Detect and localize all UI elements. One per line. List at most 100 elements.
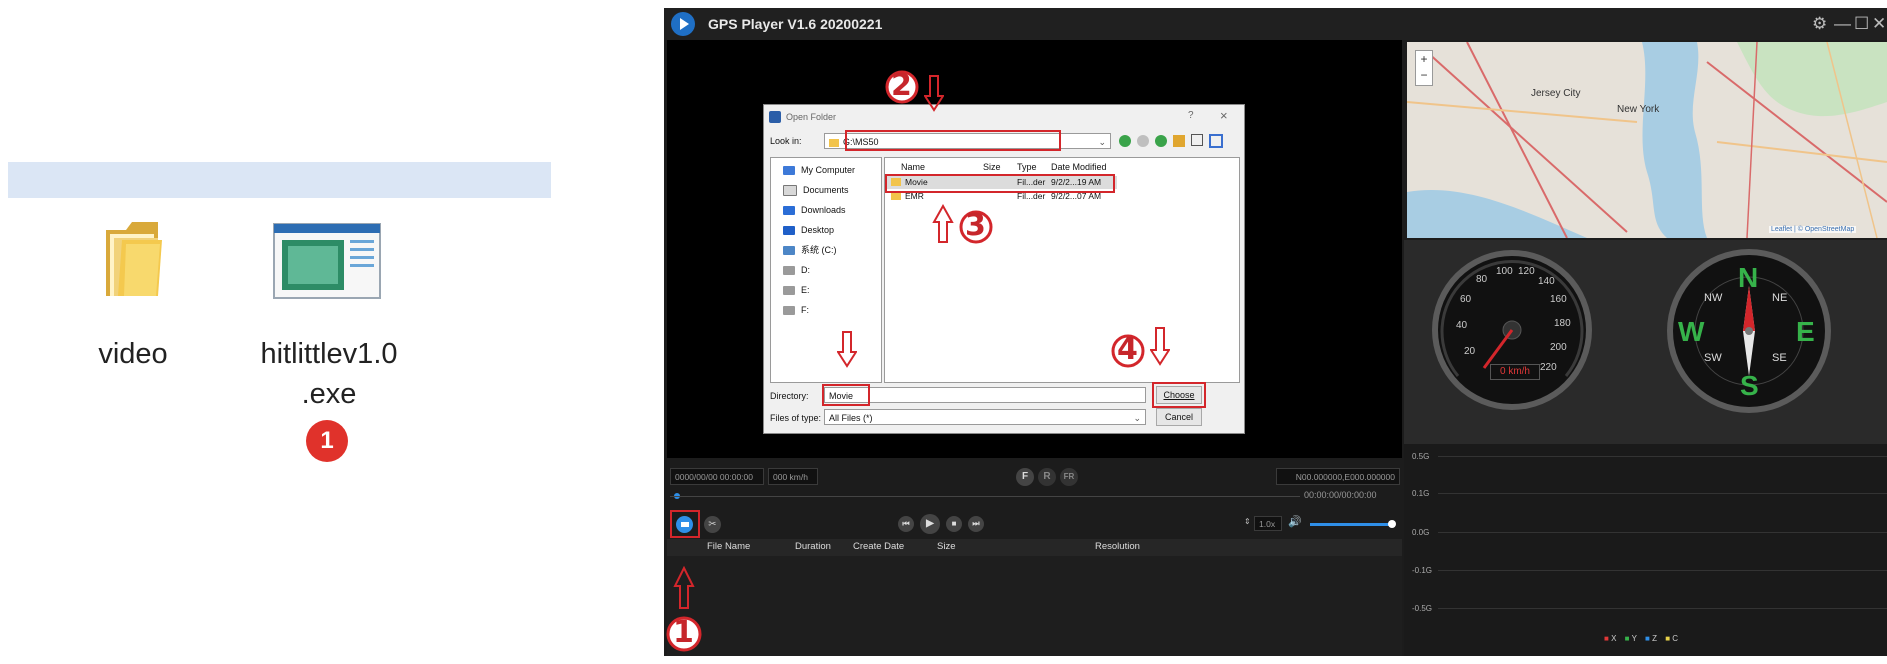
exe-label-line1[interactable]: hitlittlev1.0 (244, 338, 414, 371)
map-label-jersey-city: Jersey City (1531, 88, 1581, 99)
explorer-toolbar-strip (8, 162, 551, 198)
column-header-type[interactable]: Type (1017, 162, 1037, 172)
column-file-name[interactable]: File Name (707, 541, 750, 552)
speed-tick: 100 (1496, 266, 1513, 277)
previous-icon[interactable]: ⏮ (898, 516, 914, 532)
stop-icon[interactable]: ■ (946, 516, 962, 532)
detail-view-icon[interactable] (1209, 134, 1223, 148)
minimize-icon[interactable]: — (1834, 14, 1851, 34)
sidebar-item-downloads[interactable]: Downloads (783, 203, 846, 217)
zoom-in-button[interactable]: + (1416, 51, 1432, 67)
files-of-type-select[interactable]: All Files (*) ⌄ (824, 409, 1146, 425)
cancel-button[interactable]: Cancel (1156, 408, 1202, 426)
speed-tick: 20 (1464, 346, 1476, 357)
column-resolution[interactable]: Resolution (1095, 541, 1140, 552)
column-duration[interactable]: Duration (795, 541, 831, 552)
open-folder-dialog: Open Folder ? × Look in: G:\MS50 ⌄ My Co… (763, 104, 1245, 434)
speed-tick: 60 (1460, 294, 1472, 305)
drive-icon (783, 246, 795, 256)
sidebar-label: D: (801, 265, 810, 275)
column-create-date[interactable]: Create Date (853, 541, 904, 552)
app-logo-icon (671, 12, 695, 36)
speed-tick: 140 (1538, 276, 1555, 287)
video-area[interactable]: Open Folder ? × Look in: G:\MS50 ⌄ My Co… (667, 40, 1402, 458)
back-icon[interactable] (1119, 135, 1131, 147)
play-icon[interactable]: ▶ (920, 514, 940, 534)
sidebar-label: My Computer (801, 165, 856, 175)
dialog-close-icon[interactable]: × (1220, 108, 1228, 123)
arrow-down-icon (1150, 327, 1170, 366)
map-panel[interactable]: Jersey City New York + − Leaflet | © Ope… (1407, 42, 1887, 238)
timecode-display: 00:00:00/00:00:00 (1304, 490, 1377, 500)
r-button[interactable]: R (1038, 468, 1056, 486)
f-button[interactable]: F (1016, 468, 1034, 486)
zoom-out-button[interactable]: − (1416, 67, 1432, 83)
column-header-name[interactable]: Name (901, 162, 925, 172)
desktop-icon (783, 226, 795, 236)
sidebar-label: Documents (803, 185, 849, 195)
column-header-date[interactable]: Date Modified (1051, 162, 1107, 172)
column-header-size[interactable]: Size (983, 162, 1001, 172)
sidebar-item-e-drive[interactable]: E: (783, 283, 810, 297)
compass-n: N (1738, 262, 1759, 293)
app-title: GPS Player V1.6 20200221 (708, 16, 883, 32)
forward-icon[interactable] (1137, 135, 1149, 147)
speed-tick: 120 (1518, 266, 1535, 277)
list-view-icon[interactable] (1191, 134, 1203, 146)
y-tick: 0.1G (1412, 489, 1430, 498)
legend-z: Z (1652, 634, 1657, 643)
up-folder-icon[interactable] (1155, 135, 1167, 147)
speed-tick: 160 (1550, 294, 1567, 305)
maximize-icon[interactable]: ☐ (1854, 14, 1869, 34)
sidebar-item-c-drive[interactable]: 系统 (C:) (783, 243, 837, 257)
volume-icon[interactable]: 🔊 (1288, 515, 1302, 528)
directory-input[interactable]: Movie (824, 387, 1146, 403)
progress-track[interactable] (670, 496, 1300, 497)
chevron-down-icon: ⌄ (1098, 137, 1106, 147)
compass-se: SE (1772, 352, 1787, 364)
y-tick: -0.1G (1412, 566, 1433, 575)
legend-y: Y (1631, 634, 1637, 643)
new-folder-icon[interactable] (1173, 135, 1185, 147)
sidebar-label: F: (801, 305, 809, 315)
sidebar-item-documents[interactable]: Documents (783, 183, 849, 197)
open-folder-button[interactable] (676, 516, 693, 533)
speed-stepper-icon[interactable]: ⇕ (1244, 517, 1251, 526)
sidebar-label: 系统 (C:) (801, 245, 837, 255)
exe-label-line2[interactable]: .exe (244, 378, 414, 411)
folder-small-icon (891, 192, 901, 200)
file-table-body (667, 556, 1402, 656)
g-sensor-chart: 0.5G 0.1G 0.0G -0.1G -0.5G ■ X ■ Y ■ Z ■… (1404, 444, 1887, 656)
sidebar-label: Downloads (801, 205, 846, 215)
legend-x: X (1611, 634, 1617, 643)
files-of-type-label: Files of type: (770, 413, 822, 423)
map-label-new-york: New York (1617, 104, 1660, 115)
settings-icon[interactable]: ⚙ (1812, 14, 1827, 34)
map-attribution[interactable]: Leaflet | © OpenStreetMap (1769, 226, 1857, 233)
y-tick: 0.5G (1412, 452, 1430, 461)
sidebar-item-my-computer[interactable]: My Computer (783, 163, 855, 177)
column-size[interactable]: Size (937, 541, 955, 552)
compass-s: S (1740, 370, 1759, 401)
close-icon[interactable]: ✕ (1872, 14, 1886, 34)
sidebar-label: E: (801, 285, 810, 295)
sidebar-item-desktop[interactable]: Desktop (783, 223, 834, 237)
exe-icon[interactable] (272, 222, 382, 300)
sidebar-item-f-drive[interactable]: F: (783, 303, 809, 317)
fr-button[interactable]: FR (1060, 468, 1078, 486)
y-tick: 0.0G (1412, 528, 1430, 537)
annotation-choose-box (1152, 382, 1206, 408)
cut-icon[interactable]: ✂ (704, 516, 721, 533)
download-icon (783, 206, 795, 216)
help-icon[interactable]: ? (1188, 110, 1194, 121)
video-folder-label[interactable]: video (78, 338, 188, 371)
folder-small-icon (681, 522, 689, 527)
next-icon[interactable]: ⏭ (968, 516, 984, 532)
folder-icon[interactable] (96, 210, 174, 300)
sidebar-item-d-drive[interactable]: D: (783, 263, 810, 277)
volume-handle[interactable] (1388, 520, 1396, 528)
playback-speed-display[interactable]: 1.0x (1254, 516, 1282, 531)
annotation-movie-row-box (885, 174, 1115, 193)
volume-slider[interactable] (1310, 523, 1392, 526)
speed-tick: 180 (1554, 318, 1571, 329)
